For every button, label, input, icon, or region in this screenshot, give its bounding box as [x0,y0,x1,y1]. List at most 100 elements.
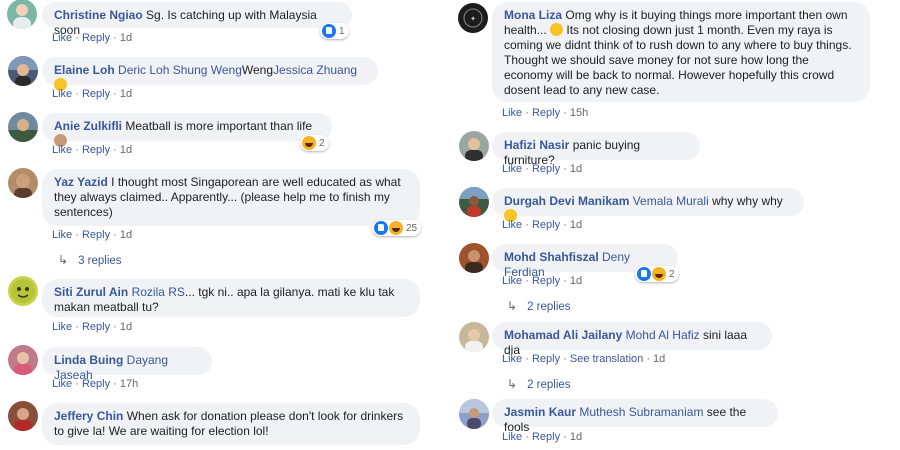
comment-bubble: Hafizi Nasir panic buying furniture? [492,132,700,167]
timestamp[interactable]: 1d [570,163,582,175]
timestamp[interactable]: 1d [570,219,582,231]
comment-actions: Like · Reply · See translation · 1d [502,353,666,365]
timestamp[interactable]: 1d [120,32,132,44]
like-link[interactable]: Like [52,321,72,333]
comment-text: Meatball is more important than life [125,119,313,133]
comment-author[interactable]: Jeffery Chin [54,409,123,423]
like-link[interactable]: Like [502,219,522,231]
comment-author[interactable]: Jasmin Kaur [504,405,576,419]
like-link[interactable]: Like [52,144,72,156]
comment-text: why why why [712,194,783,208]
comment-author[interactable]: Linda Buing [54,353,123,367]
comment-author[interactable]: Mohamad Ali Jailany [504,328,622,342]
reply-link[interactable]: Reply [82,229,110,241]
avatar[interactable] [459,243,489,273]
timestamp[interactable]: 1d [120,229,132,241]
comment-bubble: Jeffery Chin When ask for donation pleas… [42,403,420,445]
replies-count: 2 replies [527,379,571,391]
reply-link[interactable]: Reply [532,219,560,231]
view-replies-link[interactable]: ↳ 2 replies [507,377,571,391]
avatar[interactable] [7,0,37,29]
comment-author[interactable]: Siti Zurul Ain [54,285,128,299]
avatar[interactable]: ✦ [458,3,488,33]
mention[interactable]: Muthesh Subramaniam [579,405,703,419]
comment-bubble: Elaine Loh Deric Loh Shung WengWengJessi… [42,57,378,91]
mention[interactable]: Deric Loh Shung Weng [118,63,242,77]
view-replies-link[interactable]: ↳ 2 replies [507,299,571,313]
avatar[interactable] [8,276,38,306]
reply-link[interactable]: Reply [82,144,110,156]
mention[interactable]: Mohd Al Hafiz [626,328,700,342]
reaction-summary[interactable]: 1 [320,23,349,39]
reply-link[interactable]: Reply [82,32,110,44]
comment-author[interactable]: Christine Ngiao [54,8,143,22]
like-link[interactable]: Like [502,353,522,365]
reply-link[interactable]: Reply [532,107,560,119]
reaction-summary[interactable]: 2 [300,135,329,151]
comment-bubble: Linda Buing Dayang Jaseah [42,347,212,382]
avatar[interactable] [8,345,38,375]
comment-author[interactable]: Mohd Shahfiszal [504,250,599,264]
comment-bubble: Siti Zurul Ain Rozila RS... tgk ni.. apa… [42,279,420,317]
comment-bubble: Jasmin Kaur Muthesh Subramaniam see the … [492,399,778,434]
avatar[interactable] [459,131,489,161]
avatar[interactable] [8,401,38,431]
timestamp[interactable]: 1d [570,431,582,443]
timestamp[interactable]: 15h [570,107,588,119]
avatar[interactable] [459,399,489,429]
like-reaction-icon [637,267,651,281]
reaction-count: 2 [319,137,325,149]
comment-bubble: Mona Liza Omg why is it buying things mo… [492,2,870,102]
avatar[interactable] [459,187,489,217]
like-link[interactable]: Like [52,88,72,100]
comment-author[interactable]: Hafizi Nasir [504,138,569,152]
reply-link[interactable]: Reply [532,353,560,365]
mention[interactable]: Jessica Zhuang [273,63,357,77]
timestamp[interactable]: 1d [120,321,132,333]
mention[interactable]: Rozila RS [132,285,185,299]
reaction-summary[interactable]: 25 [372,220,422,236]
avatar[interactable] [8,112,38,142]
reply-link[interactable]: Reply [82,88,110,100]
see-translation-link[interactable]: See translation [570,353,643,365]
reply-link[interactable]: Reply [532,163,560,175]
comment-author[interactable]: Durgah Devi Manikam [504,194,629,208]
comment-author[interactable]: Mona Liza [504,8,562,22]
reply-link[interactable]: Reply [82,321,110,333]
like-link[interactable]: Like [502,107,522,119]
timestamp[interactable]: 1d [120,144,132,156]
timestamp[interactable]: 1d [120,88,132,100]
reaction-summary[interactable]: 2 [635,266,679,282]
comment-actions: Like · Reply · 1d [52,321,133,333]
reaction-count: 1 [339,25,345,37]
view-replies-link[interactable]: ↳ 3 replies [58,253,122,267]
like-link[interactable]: Like [502,275,522,287]
like-link[interactable]: Like [52,32,72,44]
like-link[interactable]: Like [52,229,72,241]
svg-text:✦: ✦ [470,15,476,23]
replies-count: 3 replies [78,255,122,267]
reply-link[interactable]: Reply [532,431,560,443]
mention[interactable]: Vemala Murali [633,194,709,208]
timestamp[interactable]: 1d [653,353,665,365]
timestamp[interactable]: 1d [570,275,582,287]
comment-author[interactable]: Yaz Yazid [54,175,108,189]
comment-author[interactable]: Anie Zulkifli [54,119,122,133]
reply-arrow-icon: ↳ [507,299,518,313]
avatar[interactable] [8,56,38,86]
reply-arrow-icon: ↳ [58,253,69,267]
like-link[interactable]: Like [502,163,522,175]
like-link[interactable]: Like [502,431,522,443]
comment-author[interactable]: Elaine Loh [54,63,115,77]
avatar[interactable] [8,168,38,198]
comment-actions: Like · Reply · 17h [52,378,139,390]
comment-actions: Like · Reply · 1d [502,275,583,287]
like-link[interactable]: Like [52,378,72,390]
reply-link[interactable]: Reply [532,275,560,287]
comment-actions: Like · Reply · 1d [52,32,133,44]
avatar[interactable] [459,322,489,352]
timestamp[interactable]: 17h [120,378,138,390]
reply-link[interactable]: Reply [82,378,110,390]
replies-count: 2 replies [527,301,571,313]
comment-actions: Like · Reply · 1d [52,88,133,100]
